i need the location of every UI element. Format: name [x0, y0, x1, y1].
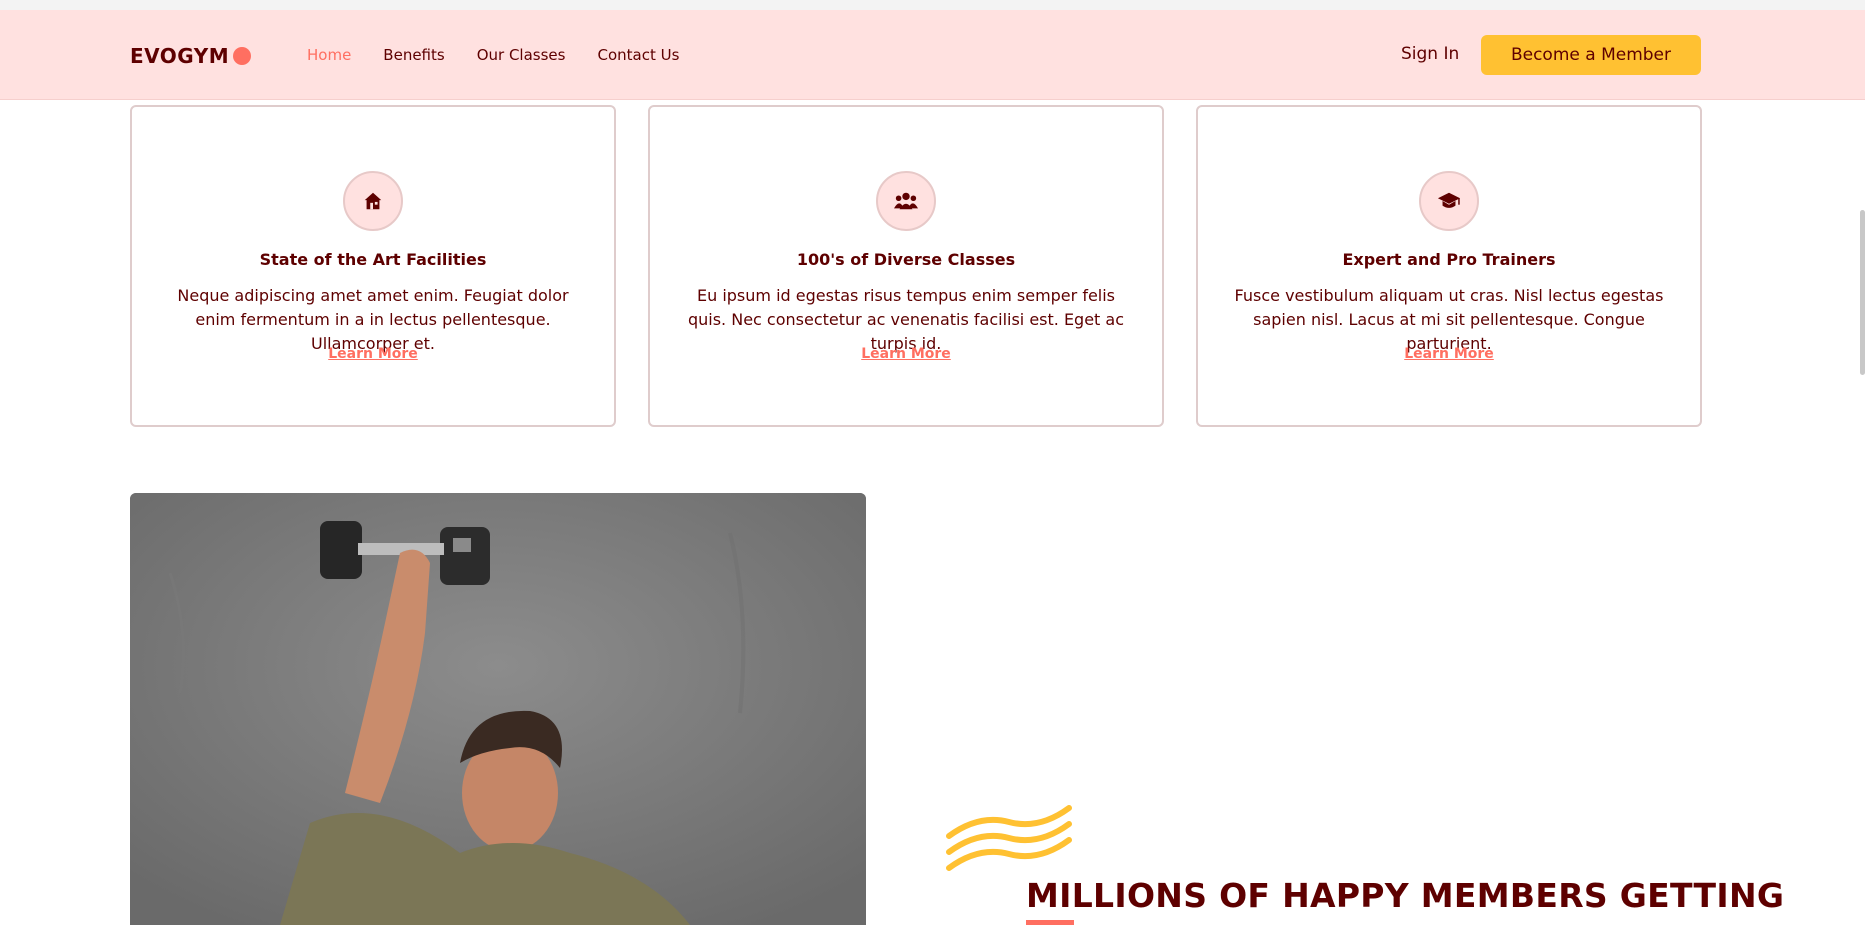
graduation-cap-icon-glyph: [1437, 192, 1461, 208]
home-icon: [343, 171, 403, 231]
graduation-cap-icon: [1419, 171, 1479, 231]
learn-more-link[interactable]: Learn More: [650, 346, 1162, 362]
nav-link-our-classes[interactable]: Our Classes: [477, 46, 566, 64]
nav-links: Home Benefits Our Classes Contact Us: [307, 46, 679, 64]
benefit-card: Expert and Pro Trainers Fusce vestibulum…: [1196, 105, 1702, 427]
sign-in-link[interactable]: Sign In: [1401, 44, 1459, 64]
athlete-photo: [130, 493, 866, 925]
card-title: State of the Art Facilities: [259, 250, 487, 269]
user-group-icon: [876, 171, 936, 231]
logo-text: EVOGYM: [130, 44, 230, 68]
benefit-card: 100's of Diverse Classes Eu ipsum id ege…: [648, 105, 1164, 427]
scrollbar[interactable]: [1860, 210, 1865, 375]
benefit-card: State of the Art Facilities Neque adipis…: [130, 105, 616, 427]
logo[interactable]: EVOGYM: [130, 44, 252, 68]
athlete-illustration: [130, 493, 866, 925]
browser-top-strip: [0, 0, 1865, 10]
nav-link-home[interactable]: Home: [307, 46, 351, 64]
navbar: EVOGYM Home Benefits Our Classes Contact…: [0, 10, 1865, 100]
logo-dot-icon: [233, 47, 252, 65]
nav-link-contact-us[interactable]: Contact Us: [597, 46, 679, 64]
card-title: 100's of Diverse Classes: [796, 250, 1016, 269]
section-heading: MILLIONS OF HAPPY MEMBERS GETTING: [1026, 876, 1785, 915]
heading-next-line-peek: [1026, 920, 1074, 925]
nav-link-benefits[interactable]: Benefits: [383, 46, 444, 64]
user-group-icon-glyph: [894, 192, 918, 210]
become-member-button[interactable]: Become a Member: [1481, 35, 1701, 75]
waves-decoration-icon: [946, 805, 1072, 871]
home-icon-glyph: [364, 192, 382, 210]
learn-more-link[interactable]: Learn More: [1198, 346, 1700, 362]
learn-more-link[interactable]: Learn More: [132, 346, 614, 362]
card-title: Expert and Pro Trainers: [1342, 250, 1556, 269]
